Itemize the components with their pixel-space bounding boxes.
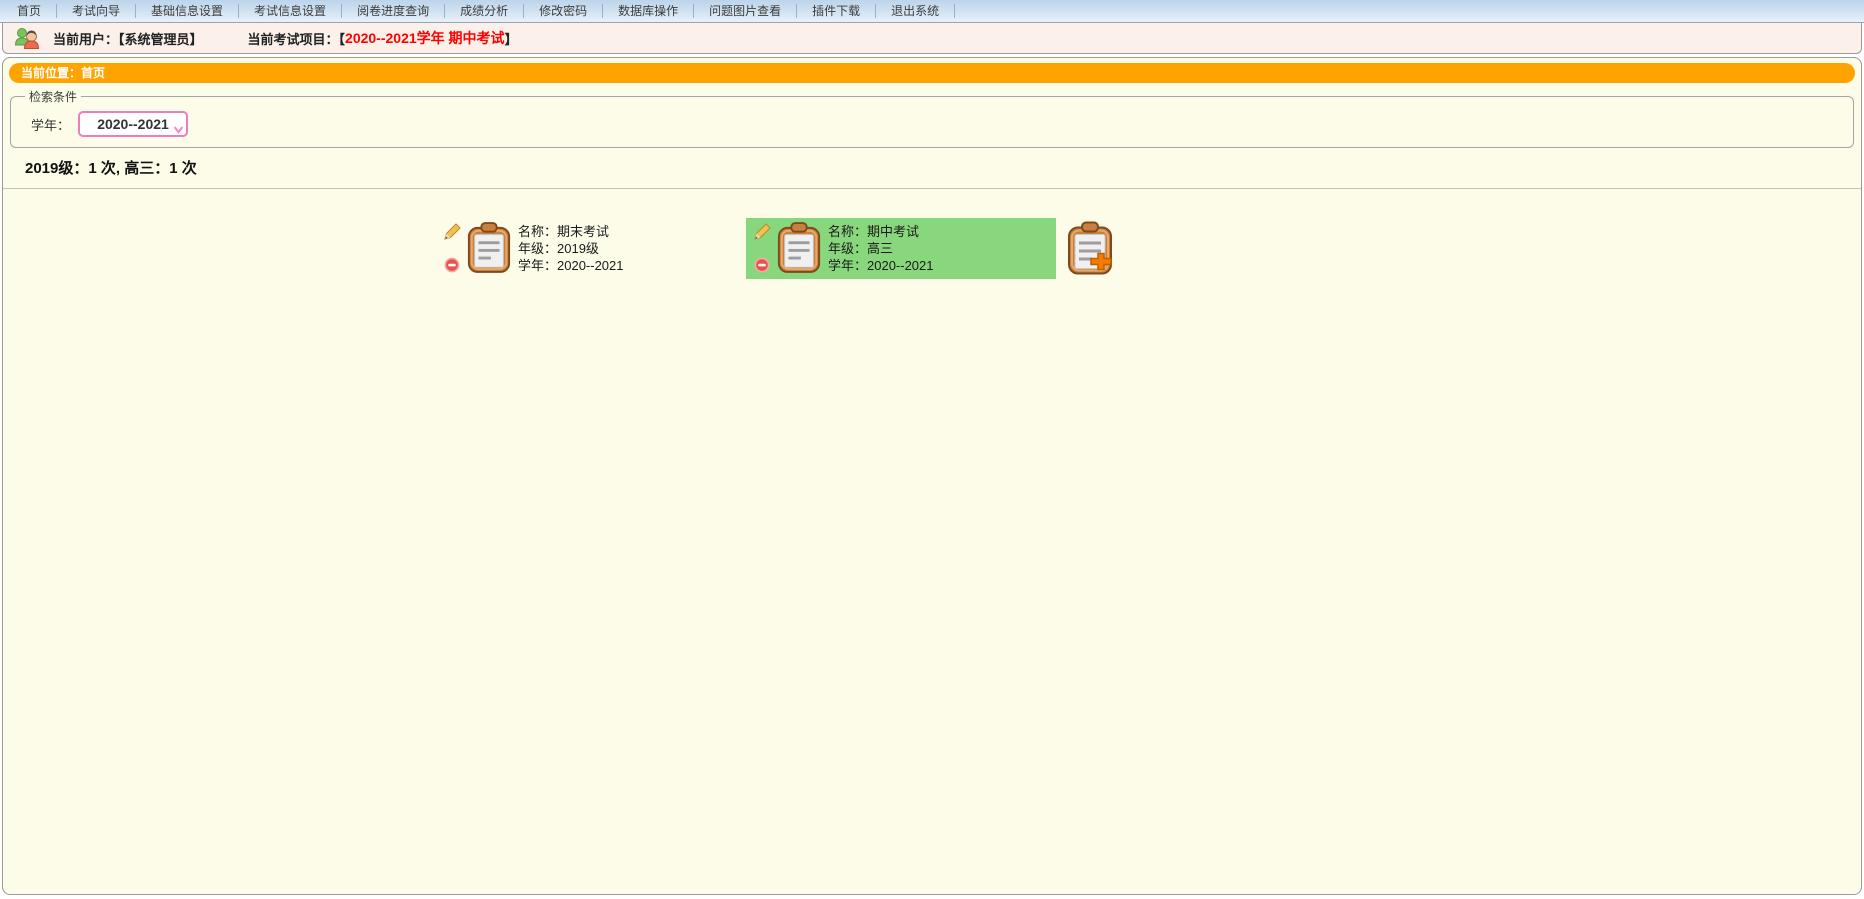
main-content: 当前位置：首页 检索条件 学年： 2020--2021 2019级：1 次, 高…	[2, 57, 1862, 895]
menu-item-database-ops[interactable]: 数据库操作	[603, 0, 693, 22]
delete-minus-icon[interactable]	[444, 257, 460, 273]
user-info-bar: 当前用户：【系统管理员】 当前考试项目：【 2020--2021学年 期中考试 …	[2, 23, 1862, 54]
menu-item-marking-progress[interactable]: 阅卷进度查询	[342, 0, 444, 22]
current-project-value: 2020--2021学年 期中考试	[345, 28, 505, 48]
exam-year: 学年：2020--2021	[828, 257, 934, 274]
exam-card-final[interactable]: 名称：期末考试 年级：2019级 学年：2020--2021	[436, 218, 746, 279]
exam-name: 名称：期末考试	[518, 223, 624, 240]
exam-grade: 年级：2019级	[518, 240, 624, 257]
exam-year: 学年：2020--2021	[518, 257, 624, 274]
delete-minus-icon[interactable]	[754, 257, 770, 273]
search-criteria-legend: 检索条件	[25, 88, 81, 105]
exam-cards-row: 名称：期末考试 年级：2019级 学年：2020--2021 名称：期中考试 年…	[436, 217, 1861, 279]
clipboard-icon	[776, 220, 822, 276]
school-year-label: 学年：	[31, 115, 70, 134]
add-exam-button[interactable]	[1066, 220, 1114, 277]
search-criteria-panel: 检索条件 学年： 2020--2021	[10, 88, 1854, 148]
main-menu: 首页 考试向导 基础信息设置 考试信息设置 阅卷进度查询 成绩分析 修改密码 数…	[0, 0, 1864, 23]
divider	[3, 188, 1861, 189]
users-icon	[13, 26, 41, 50]
menu-item-exam-info[interactable]: 考试信息设置	[239, 0, 341, 22]
menu-item-plugin-download[interactable]: 插件下载	[797, 0, 875, 22]
menu-item-exam-wizard[interactable]: 考试向导	[57, 0, 135, 22]
current-project-suffix: 】	[505, 29, 518, 48]
menu-item-basic-info[interactable]: 基础信息设置	[136, 0, 238, 22]
menu-item-change-password[interactable]: 修改密码	[524, 0, 602, 22]
menu-item-logout[interactable]: 退出系统	[876, 0, 954, 22]
current-project-prefix: 当前考试项目：【	[248, 29, 346, 48]
exam-card-midterm-selected[interactable]: 名称：期中考试 年级：高三 学年：2020--2021	[746, 218, 1056, 279]
clipboard-icon	[466, 220, 512, 276]
menu-separator	[954, 4, 955, 18]
edit-pencil-icon[interactable]	[753, 223, 771, 241]
breadcrumb: 当前位置：首页	[9, 63, 1855, 83]
menu-item-problem-images[interactable]: 问题图片查看	[694, 0, 796, 22]
exam-grade: 年级：高三	[828, 240, 934, 257]
menu-item-score-analysis[interactable]: 成绩分析	[445, 0, 523, 22]
current-user-label: 当前用户：【系统管理员】	[53, 29, 203, 48]
school-year-select[interactable]: 2020--2021	[78, 111, 188, 137]
school-year-value: 2020--2021	[97, 116, 169, 132]
chevron-down-icon	[172, 125, 185, 135]
exam-count-summary: 2019级：1 次, 高三：1 次	[25, 157, 1861, 178]
edit-pencil-icon[interactable]	[443, 223, 461, 241]
menu-item-home[interactable]: 首页	[2, 0, 56, 22]
exam-name: 名称：期中考试	[828, 223, 934, 240]
